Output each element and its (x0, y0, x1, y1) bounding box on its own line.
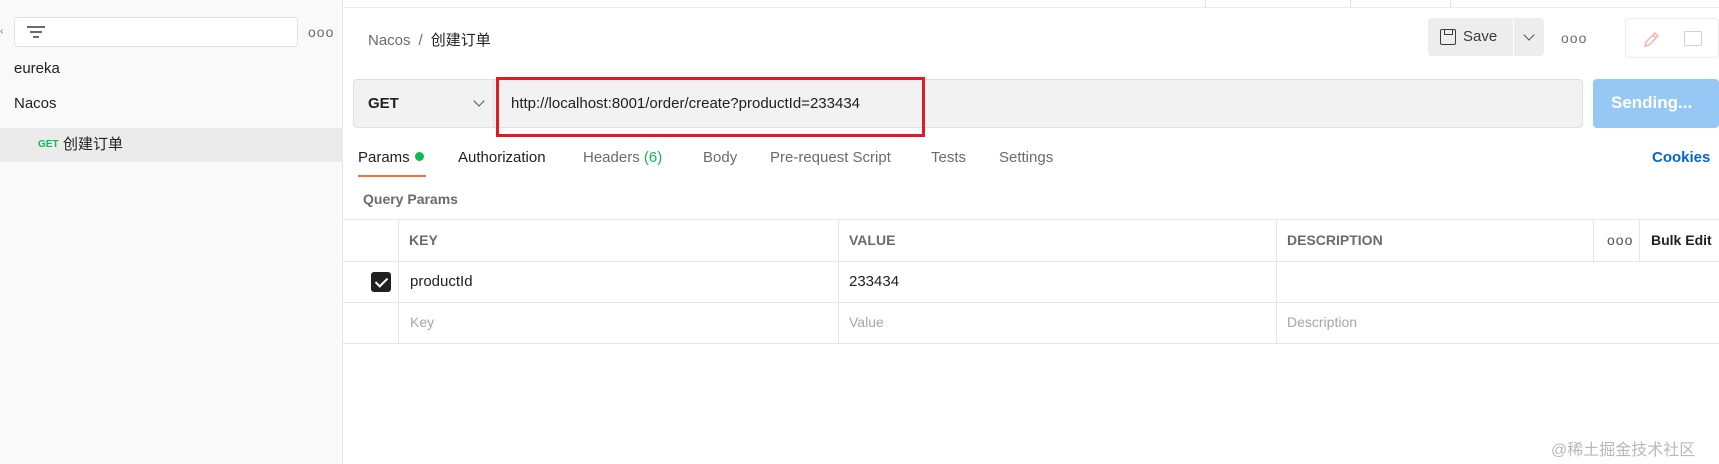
active-tab-indicator (358, 175, 426, 177)
table-border (343, 219, 1719, 220)
tab-settings[interactable]: Settings (999, 149, 1053, 166)
new-value-input[interactable]: Value (849, 314, 884, 330)
column-header-value: VALUE (849, 232, 896, 248)
send-button[interactable]: Sending... (1593, 79, 1719, 128)
breadcrumb-current[interactable]: 创建订单 (431, 32, 491, 49)
param-key-cell[interactable]: productId (410, 273, 473, 290)
sidebar-item-label: Nacos (14, 95, 57, 112)
method-select-value: GET (368, 95, 399, 112)
tab-label: Settings (999, 149, 1054, 166)
bulk-edit-button[interactable]: Bulk Edit (1651, 232, 1712, 248)
new-description-input[interactable]: Description (1287, 314, 1357, 330)
sidebar-item-create-order[interactable]: GET 创建订单 (0, 128, 343, 162)
more-options-icon[interactable]: ooo (1561, 30, 1587, 46)
save-icon (1440, 29, 1456, 45)
tab-authorization[interactable]: Authorization (458, 149, 546, 166)
breadcrumb-parent[interactable]: Nacos (368, 32, 411, 49)
breadcrumb: Nacos / 创建订单 (368, 29, 491, 50)
query-params-title: Query Params (363, 191, 458, 207)
sidebar-item-eureka[interactable]: eureka (0, 52, 343, 86)
pencil-icon[interactable] (1642, 29, 1662, 49)
send-button-label: Sending... (1611, 93, 1693, 112)
url-highlight-annotation (496, 77, 925, 137)
table-border (838, 219, 839, 343)
tab-separator (1450, 0, 1451, 7)
comment-icon[interactable] (1684, 31, 1702, 46)
table-border (1276, 219, 1277, 343)
breadcrumb-separator: / (418, 32, 423, 49)
tab-params[interactable]: Params (358, 149, 424, 166)
tab-label: Pre-request Script (770, 149, 891, 166)
cookies-link[interactable]: Cookies (1652, 149, 1710, 166)
tab-label: Params (358, 149, 410, 166)
tab-body[interactable]: Body (703, 149, 737, 166)
filter-input[interactable] (14, 17, 298, 47)
method-tag: GET (38, 139, 59, 150)
sidebar-item-label: 创建订单 (63, 136, 124, 153)
chevron-down-icon (1523, 29, 1535, 41)
new-key-input[interactable]: Key (410, 314, 434, 330)
tab-label: Authorization (458, 149, 546, 166)
chevron-down-icon (473, 95, 485, 107)
tab-pre-request-script[interactable]: Pre-request Script (770, 149, 891, 166)
table-border (1593, 219, 1594, 261)
table-border (1639, 219, 1640, 261)
tab-label: Body (703, 149, 738, 166)
tab-separator (1350, 0, 1351, 7)
table-border (343, 302, 1719, 303)
table-border (398, 219, 399, 343)
table-more-icon[interactable]: ooo (1607, 232, 1633, 248)
tab-tests[interactable]: Tests (931, 149, 966, 166)
tab-label: Tests (931, 149, 967, 166)
collapse-arrow-icon[interactable]: ‹ (0, 26, 6, 38)
tab-label: Headers (583, 149, 640, 166)
param-enabled-checkbox[interactable] (371, 272, 391, 292)
right-side-panel (1625, 18, 1719, 58)
filter-icon (27, 25, 45, 39)
headers-count: (6) (643, 149, 663, 166)
table-border (343, 261, 1719, 262)
column-header-key: KEY (409, 232, 438, 248)
save-button[interactable]: Save (1428, 18, 1513, 56)
column-header-description: DESCRIPTION (1287, 232, 1383, 248)
params-active-dot (414, 152, 424, 161)
tab-headers[interactable]: Headers (6) (583, 149, 662, 166)
table-border (343, 343, 1719, 344)
tab-separator (1205, 0, 1206, 7)
save-dropdown-button[interactable] (1514, 18, 1544, 56)
save-button-label: Save (1463, 28, 1498, 45)
param-value-cell[interactable]: 233434 (849, 273, 899, 290)
method-select[interactable]: GET (353, 79, 494, 128)
watermark: @稀土掘金技术社区 (1551, 442, 1696, 459)
sidebar-item-label: eureka (14, 60, 60, 77)
tab-bar-divider (343, 7, 1719, 8)
sidebar-more-icon[interactable]: ooo (308, 24, 333, 40)
sidebar: ‹ ooo eureka Nacos GET 创建订单 (0, 0, 343, 464)
sidebar-item-nacos[interactable]: Nacos (0, 87, 343, 121)
